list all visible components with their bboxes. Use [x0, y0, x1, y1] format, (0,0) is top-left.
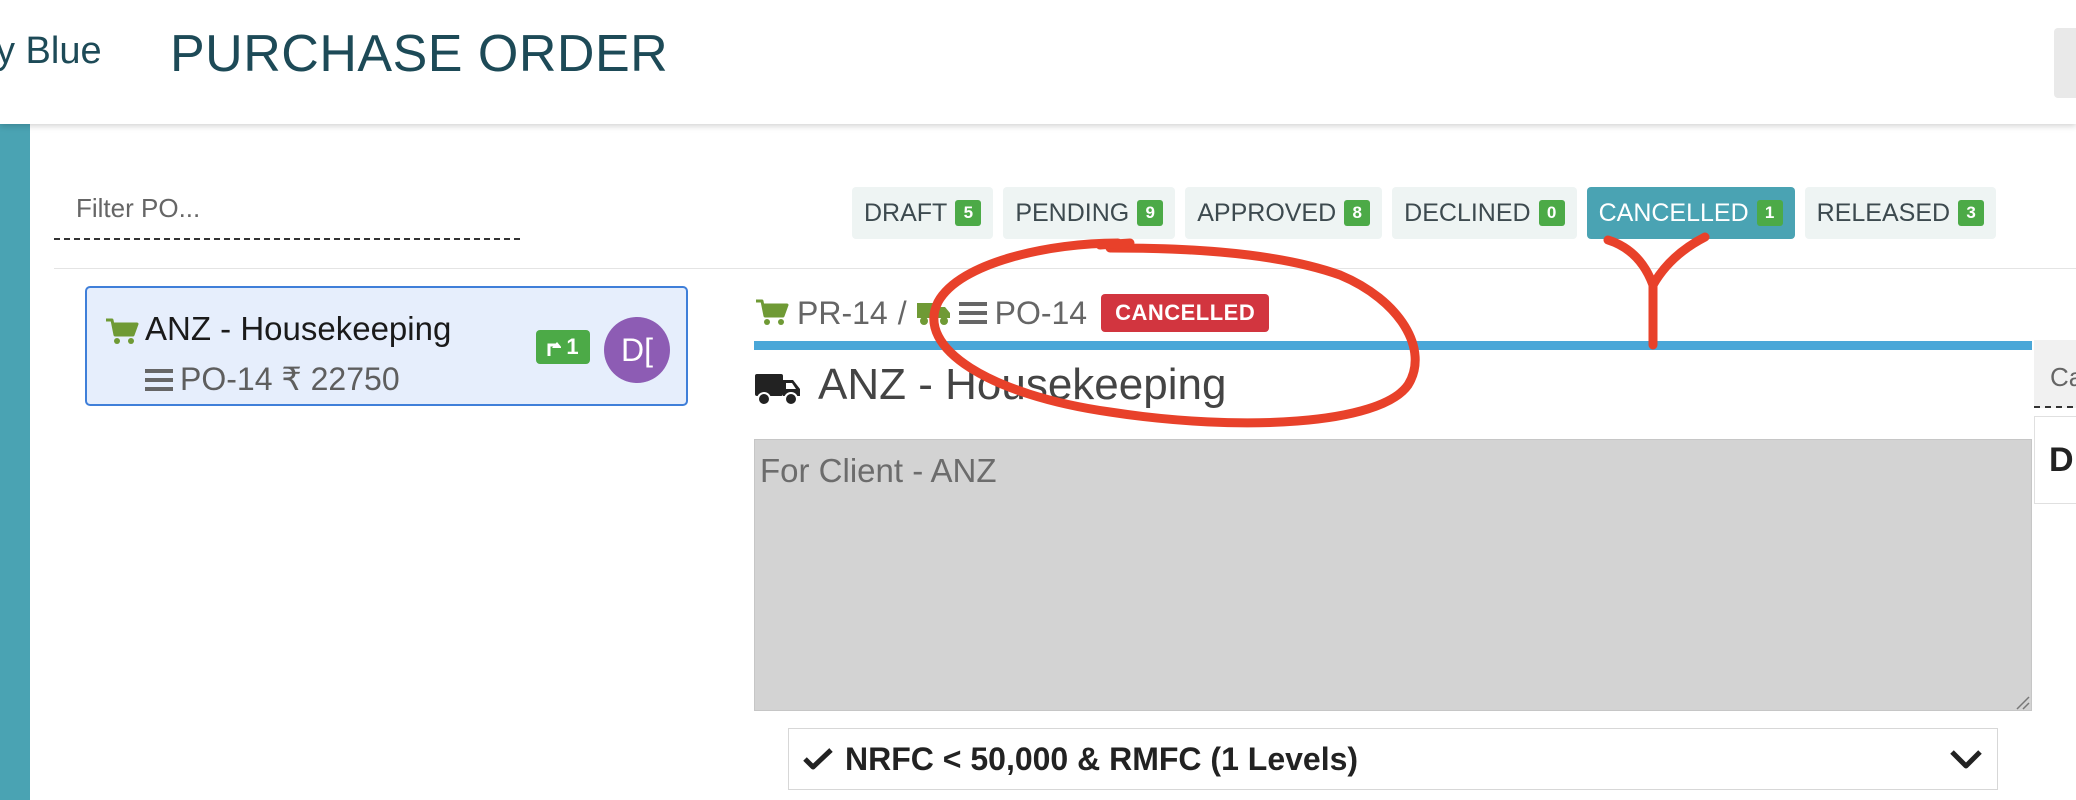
tab-count-badge: 9: [1137, 200, 1164, 226]
check-icon: [803, 748, 833, 770]
pr-link[interactable]: PR-14: [797, 295, 888, 332]
approval-flow-label: NRFC < 50,000 & RMFC (1 Levels): [845, 740, 1359, 777]
truck-icon: [916, 303, 950, 325]
brand-name[interactable]: y Blue: [0, 30, 102, 73]
page: y Blue PURCHASE ORDER DRAFT 5 PENDING 9 …: [0, 0, 2076, 800]
list-item-subtitle: PO-14 ₹ 22750: [180, 361, 400, 397]
detail-title: ANZ - Housekeeping: [818, 360, 1227, 409]
cart-icon: [106, 318, 139, 344]
tab-draft[interactable]: DRAFT 5: [852, 187, 994, 239]
chevron-down-icon: [1950, 750, 1982, 769]
filter-po-input[interactable]: [54, 178, 520, 240]
tab-declined[interactable]: DECLINED 0: [1392, 187, 1577, 239]
status-badge: CANCELLED: [1101, 294, 1270, 332]
list-icon: [145, 369, 173, 391]
list-icon: [958, 302, 987, 324]
cart-icon: [756, 299, 789, 325]
approval-flow-select[interactable]: NRFC < 50,000 & RMFC (1 Levels): [788, 728, 1998, 790]
page-title: PURCHASE ORDER: [170, 25, 669, 83]
approval-count: 1: [566, 334, 579, 359]
tab-label: PENDING: [1015, 198, 1130, 227]
list-item[interactable]: ANZ - Housekeeping PO-14 ₹ 22750 1 D[: [85, 286, 688, 406]
truck-icon: [755, 374, 800, 406]
app-header: y Blue PURCHASE ORDER: [0, 0, 2076, 124]
po-reference: PO-14: [994, 294, 1088, 331]
tab-count-badge: 1: [1756, 200, 1783, 226]
tab-count-badge: 8: [1344, 200, 1371, 226]
tab-pending[interactable]: PENDING 9: [1003, 187, 1176, 239]
side-panel-tab[interactable]: Ca: [2034, 340, 2076, 408]
tab-label: DECLINED: [1404, 198, 1531, 227]
sidebar-strip: [0, 124, 30, 800]
status-tabs: DRAFT 5 PENDING 9 APPROVED 8 DECLINED 0 …: [852, 187, 1997, 239]
tab-label: APPROVED: [1197, 198, 1337, 227]
tab-cancelled[interactable]: CANCELLED 1: [1586, 187, 1795, 239]
tab-label: RELEASED: [1816, 198, 1951, 227]
annotation-stroke: [1095, 238, 1135, 250]
tab-label: CANCELLED: [1598, 198, 1749, 227]
status-bar: [754, 341, 2032, 350]
divider: [54, 268, 2076, 269]
tab-approved[interactable]: APPROVED 8: [1185, 187, 1383, 239]
tab-count-badge: 5: [955, 200, 982, 226]
breadcrumb: PR-14 / PO-14 CANCELLED: [755, 292, 1270, 334]
annotation-fork: [1603, 232, 1710, 350]
approval-arrow-icon: [547, 342, 562, 356]
side-panel-box: D: [2034, 416, 2076, 504]
tab-label: DRAFT: [864, 198, 948, 227]
list-item-title: ANZ - Housekeeping: [145, 310, 452, 347]
tab-released[interactable]: RELEASED 3: [1804, 187, 1997, 239]
avatar[interactable]: D[: [604, 317, 670, 383]
tab-count-badge: 0: [1538, 200, 1565, 226]
resize-handle-icon[interactable]: [2014, 694, 2030, 710]
notes-textarea[interactable]: [754, 439, 2032, 711]
approval-level-badge: 1: [536, 330, 590, 364]
breadcrumb-separator: /: [897, 294, 907, 331]
tab-count-badge: 3: [1958, 200, 1985, 226]
header-action-button[interactable]: [2054, 28, 2076, 98]
